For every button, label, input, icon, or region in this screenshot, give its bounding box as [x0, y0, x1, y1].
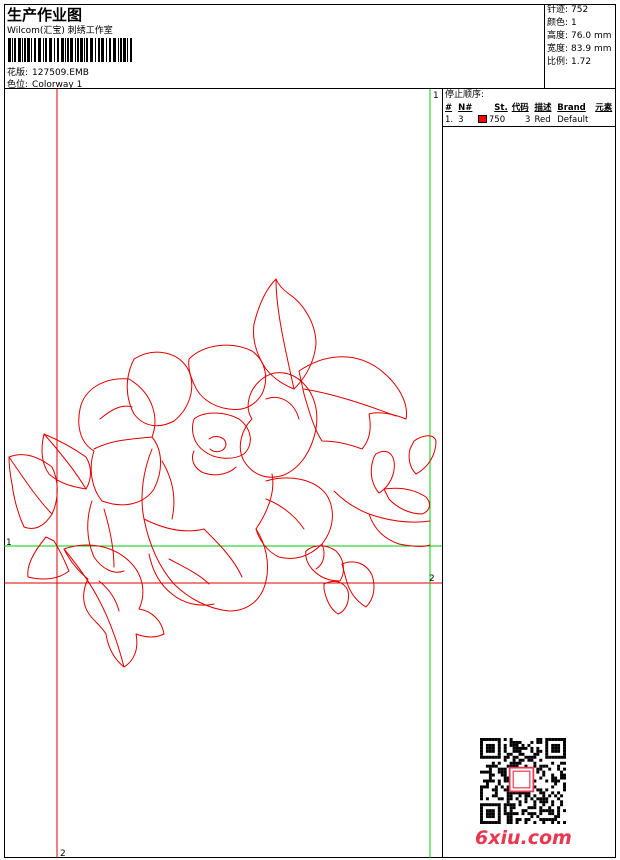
row-code: 3 — [525, 115, 531, 125]
stat-label: 针迹: — [547, 5, 569, 15]
col-description: 描述 — [534, 103, 552, 113]
row-brand: Default — [557, 115, 589, 125]
guide-label-v2: 2 — [60, 849, 66, 858]
stats-panel: 针迹: 752 颜色: 1 高度: 76.0 mm 宽度: 83.9 mm 比例: 1.7… — [547, 4, 615, 69]
row-description: Red — [534, 115, 551, 125]
row-stitches: 750 — [476, 114, 510, 127]
stat-label: 高度: — [547, 31, 569, 41]
stat-stitches: 针迹: 752 — [547, 4, 615, 17]
table-divider — [443, 126, 616, 128]
stat-value: 752 — [571, 5, 589, 15]
stat-value: 1.72 — [571, 57, 592, 67]
guide-label-v1: 1 — [433, 91, 439, 101]
row-index: 1. — [445, 115, 454, 125]
stat-scale: 比例: 1.72 — [547, 56, 615, 69]
design-preview: 1 2 1 2 — [4, 89, 442, 858]
qr-code — [480, 738, 566, 824]
header: 生产作业图 Wilcom(汇宝) 刺绣工作室 花版: 127509.EMB 色位:… — [4, 4, 616, 90]
stat-value: 83.9 mm — [571, 44, 612, 54]
guide-label-h1: 1 — [6, 538, 12, 548]
stat-colors: 颜色: 1 — [547, 17, 615, 30]
stat-width: 宽度: 83.9 mm — [547, 43, 615, 56]
header-info: 生产作业图 Wilcom(汇宝) 刺绣工作室 花版: 127509.EMB 色位:… — [4, 4, 545, 90]
page-title: 生产作业图 — [7, 6, 83, 24]
color-swatch — [477, 115, 487, 123]
stop-sequence-title: 停止顺序: — [445, 90, 485, 100]
table-row: 1. 3 750 3 Red Default — [443, 114, 616, 127]
company-name: Wilcom(汇宝) 刺绣工作室 — [7, 26, 113, 36]
col-stitches: St. — [494, 103, 508, 113]
flower-outline — [8, 278, 437, 668]
barcode — [8, 38, 132, 62]
embroidery-drawing: 1 2 1 2 — [4, 89, 442, 858]
col-brand: Brand — [557, 103, 586, 113]
stat-label: 宽度: — [547, 44, 569, 54]
col-element: 元素 — [595, 103, 613, 113]
watermark-logo: 6xiu.com — [475, 827, 572, 849]
stat-label: 比例: — [547, 57, 569, 67]
stat-value: 76.0 mm — [571, 31, 612, 41]
table-header-row: # N# St. 代码 描述 Brand 元素 — [443, 102, 616, 114]
col-needle: N# — [458, 103, 473, 113]
stat-label: 颜色: — [547, 18, 569, 28]
guide-label-h2: 2 — [429, 574, 435, 584]
col-code: 代码 — [511, 103, 529, 113]
stop-sequence-table: # N# St. 代码 描述 Brand 元素 1. 3 750 3 Red D… — [443, 102, 616, 128]
stat-height: 高度: 76.0 mm — [547, 30, 615, 43]
row-needle: 3 — [458, 115, 464, 125]
stat-value: 1 — [571, 18, 577, 28]
row-element — [593, 114, 616, 127]
col-index: # — [445, 103, 453, 113]
row-stitches-value: 750 — [488, 115, 506, 125]
